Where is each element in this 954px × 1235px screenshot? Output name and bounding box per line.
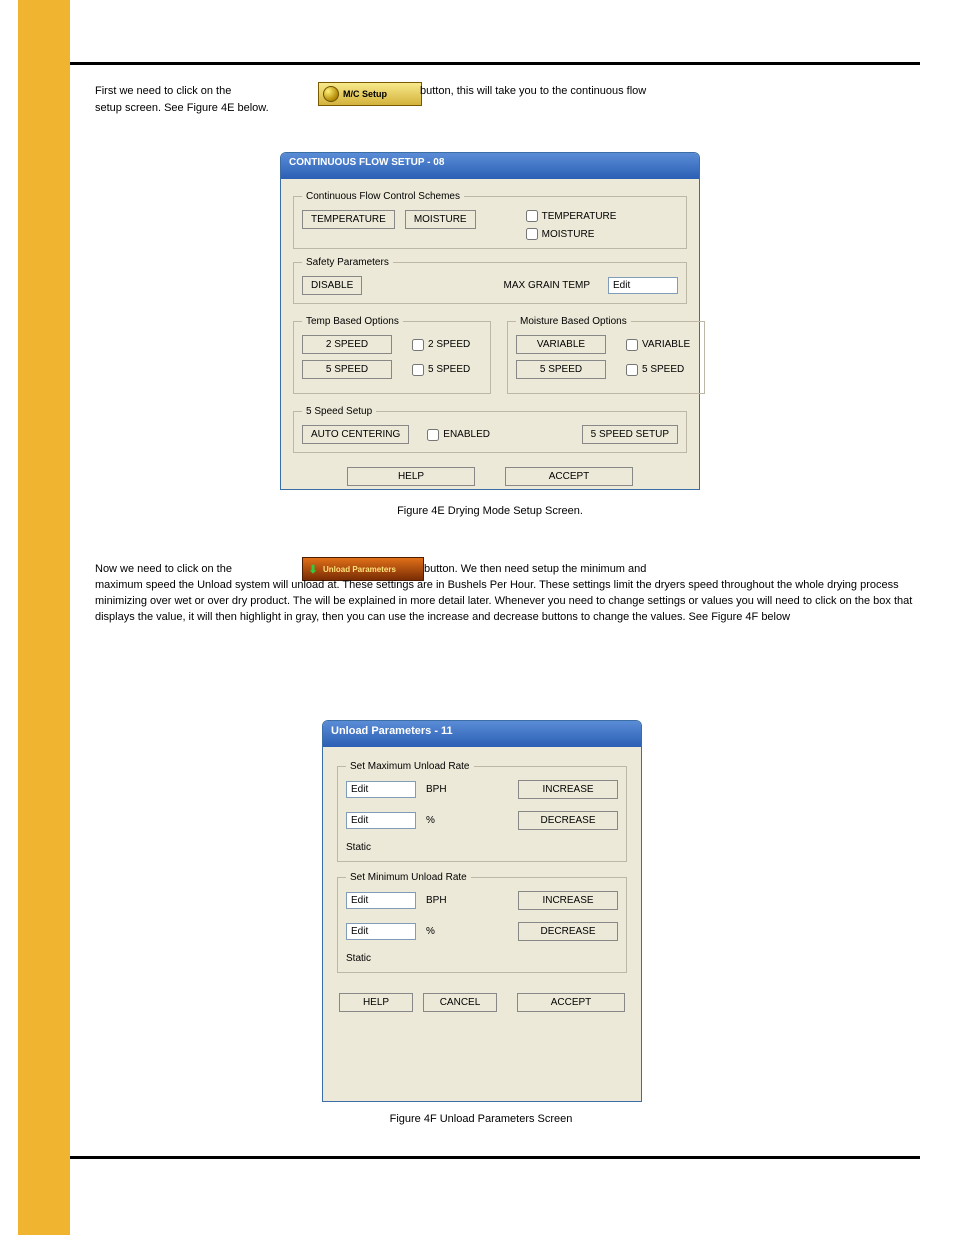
moist-5speed-checkbox[interactable]: 5 SPEED	[626, 364, 696, 376]
moisture-based-options-group: Moisture Based Options VARIABLE VARIABLE…	[507, 316, 705, 394]
left-sidebar-stripe	[18, 0, 70, 1235]
temperature-checkbox-label: TEMPERATURE	[542, 211, 617, 222]
max-grain-temp-input[interactable]: Edit	[608, 277, 678, 294]
temp-2speed-button[interactable]: 2 SPEED	[302, 335, 392, 354]
control-schemes-group: Continuous Flow Control Schemes TEMPERAT…	[293, 191, 687, 249]
min-static-label: Static	[346, 953, 618, 964]
para2-text-c: maximum speed the Unload system will unl…	[95, 578, 920, 626]
download-icon: ⬇	[307, 563, 319, 575]
moist-variable-checkbox[interactable]: VARIABLE	[626, 339, 696, 351]
min-pct-input[interactable]: Edit	[346, 923, 416, 940]
max-bph-input[interactable]: Edit	[346, 781, 416, 798]
moisture-checkbox[interactable]: MOISTURE	[526, 228, 617, 240]
accept-button[interactable]: ACCEPT	[505, 467, 633, 486]
max-unload-group: Set Maximum Unload Rate Edit BPH INCREAS…	[337, 761, 627, 862]
min-unload-group: Set Minimum Unload Rate Edit BPH INCREAS…	[337, 872, 627, 973]
max-increase-button[interactable]: INCREASE	[518, 780, 618, 799]
unload-parameters-dialog: Unload Parameters - 11 Set Maximum Unloa…	[322, 720, 642, 1102]
max-pct-unit: %	[426, 815, 456, 826]
moisture-button[interactable]: MOISTURE	[405, 210, 476, 229]
unload-parameters-label: Unload Parameters	[323, 565, 396, 574]
intro-text-3: setup screen. See Figure 4E below.	[95, 102, 269, 114]
enabled-checkbox[interactable]: ENABLED	[427, 429, 490, 441]
dialog2-body: Set Maximum Unload Rate Edit BPH INCREAS…	[323, 747, 641, 1022]
moist-5speed-button[interactable]: 5 SPEED	[516, 360, 606, 379]
safety-parameters-legend: Safety Parameters	[302, 257, 393, 268]
para2-text-a: Now we need to click on the	[95, 563, 300, 575]
moisture-options-legend: Moisture Based Options	[516, 316, 631, 327]
max-decrease-button[interactable]: DECREASE	[518, 811, 618, 830]
temp-options-legend: Temp Based Options	[302, 316, 403, 327]
max-static-label: Static	[346, 842, 618, 853]
five-speed-setup-group: 5 Speed Setup AUTO CENTERING ENABLED 5 S…	[293, 406, 687, 453]
moist-variable-button[interactable]: VARIABLE	[516, 335, 606, 354]
mc-setup-icon	[323, 86, 339, 102]
temp-based-options-group: Temp Based Options 2 SPEED 2 SPEED 5 SPE…	[293, 316, 491, 394]
dlg2-help-button[interactable]: HELP	[339, 993, 413, 1012]
auto-centering-button[interactable]: AUTO CENTERING	[302, 425, 409, 444]
temperature-checkbox[interactable]: TEMPERATURE	[526, 210, 617, 222]
five-speed-setup-legend: 5 Speed Setup	[302, 406, 376, 417]
mc-setup-button[interactable]: M/C Setup	[318, 82, 422, 106]
dialog2-title: Unload Parameters - 11	[323, 721, 641, 747]
disable-button[interactable]: DISABLE	[302, 276, 362, 295]
mc-setup-label: M/C Setup	[343, 89, 387, 99]
max-unload-legend: Set Maximum Unload Rate	[346, 761, 474, 772]
intro-text-1: First we need to click on the	[95, 85, 310, 97]
min-bph-unit: BPH	[426, 895, 456, 906]
temp-2speed-checkbox[interactable]: 2 SPEED	[412, 339, 482, 351]
top-rule	[70, 62, 920, 65]
enabled-checkbox-label: ENABLED	[443, 429, 490, 440]
figure-4e-caption: Figure 4E Drying Mode Setup Screen.	[300, 505, 680, 517]
min-pct-unit: %	[426, 926, 456, 937]
figure-4f-caption: Figure 4F Unload Parameters Screen	[356, 1113, 606, 1125]
five-speed-setup-button[interactable]: 5 SPEED SETUP	[582, 425, 678, 444]
moist-variable-checkbox-label: VARIABLE	[642, 339, 690, 350]
temperature-button[interactable]: TEMPERATURE	[302, 210, 395, 229]
dlg2-cancel-button[interactable]: CANCEL	[423, 993, 497, 1012]
control-schemes-legend: Continuous Flow Control Schemes	[302, 191, 464, 202]
temp-5speed-checkbox-label: 5 SPEED	[428, 364, 470, 375]
page: First we need to click on the M/C Setup …	[0, 0, 954, 1235]
min-increase-button[interactable]: INCREASE	[518, 891, 618, 910]
temp-5speed-checkbox[interactable]: 5 SPEED	[412, 364, 482, 376]
dialog-body: Continuous Flow Control Schemes TEMPERAT…	[281, 179, 699, 494]
dlg2-accept-button[interactable]: ACCEPT	[517, 993, 625, 1012]
help-button[interactable]: HELP	[347, 467, 475, 486]
min-unload-legend: Set Minimum Unload Rate	[346, 872, 471, 883]
dialog-title: CONTINUOUS FLOW SETUP - 08	[281, 153, 699, 179]
max-pct-input[interactable]: Edit	[346, 812, 416, 829]
safety-parameters-group: Safety Parameters DISABLE MAX GRAIN TEMP…	[293, 257, 687, 304]
temp-2speed-checkbox-label: 2 SPEED	[428, 339, 470, 350]
moist-5speed-checkbox-label: 5 SPEED	[642, 364, 684, 375]
intro-text-2: button, this will take you to the contin…	[420, 85, 920, 97]
max-bph-unit: BPH	[426, 784, 456, 795]
bottom-rule	[70, 1156, 920, 1159]
min-bph-input[interactable]: Edit	[346, 892, 416, 909]
min-decrease-button[interactable]: DECREASE	[518, 922, 618, 941]
para2-text-b: button. We then need setup the minimum a…	[424, 563, 924, 575]
continuous-flow-setup-dialog: CONTINUOUS FLOW SETUP - 08 Continuous Fl…	[280, 152, 700, 490]
max-grain-temp-label: MAX GRAIN TEMP	[504, 280, 591, 291]
temp-5speed-button[interactable]: 5 SPEED	[302, 360, 392, 379]
moisture-checkbox-label: MOISTURE	[542, 229, 595, 240]
